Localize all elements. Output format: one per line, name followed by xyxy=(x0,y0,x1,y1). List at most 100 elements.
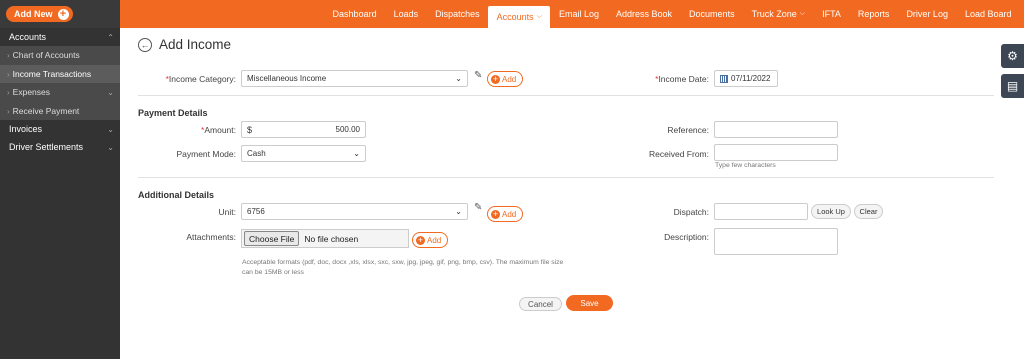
cancel-button[interactable]: Cancel xyxy=(519,297,562,311)
payment-details-heading: Payment Details xyxy=(138,108,208,118)
edit-icon[interactable]: ✎ xyxy=(474,70,482,81)
dispatch-input[interactable] xyxy=(714,203,808,220)
nav-accounts[interactable]: Accounts ⌵ xyxy=(488,6,551,28)
add-label: Add xyxy=(427,235,442,245)
sidebar-item-income-transactions[interactable]: › Income Transactions xyxy=(0,64,120,83)
page-title: Add Income xyxy=(159,37,232,52)
additional-details-heading: Additional Details xyxy=(138,190,215,200)
sidebar-item-expenses[interactable]: › Expenses ⌄ xyxy=(0,83,120,102)
income-date-label-text: Income Date: xyxy=(658,74,709,84)
income-date-value: 07/11/2022 xyxy=(731,74,771,83)
amount-label-text: Amount: xyxy=(204,125,236,135)
chevron-down-icon: ⌵ xyxy=(536,13,542,20)
nav-load-board[interactable]: Load Board xyxy=(956,0,1020,28)
attachments-hint: Acceptable formats (pdf, doc, docx ,xls,… xyxy=(242,259,564,276)
nav-label: Reports xyxy=(857,9,890,19)
sidebar-item-receive-payment[interactable]: › Receive Payment xyxy=(0,101,120,120)
add-label: Add xyxy=(502,209,517,219)
chevron-down-icon: ⌵ xyxy=(799,10,806,17)
nav-email-log[interactable]: Email Log xyxy=(550,0,607,28)
chevron-right-icon: › xyxy=(7,106,10,116)
top-nav: Dashboard Loads Dispatches Accounts ⌵ Ema… xyxy=(120,0,1024,28)
nav-driver-log[interactable]: Driver Log xyxy=(898,0,957,28)
nav-label: Email Log xyxy=(558,9,600,19)
nav-label: Load Board xyxy=(964,9,1012,19)
nav-label: Dashboard xyxy=(332,9,377,19)
edit-icon[interactable]: ✎ xyxy=(474,202,482,213)
description-textarea[interactable] xyxy=(714,228,838,255)
payment-mode-label: Payment Mode: xyxy=(176,149,236,159)
file-upload-input[interactable]: Choose File No file chosen xyxy=(241,229,409,248)
sidebar-section-label: Invoices xyxy=(9,124,43,134)
back-arrow-icon[interactable]: ← xyxy=(138,37,152,52)
sidebar-item-label: Receive Payment xyxy=(12,105,80,116)
plus-icon: + xyxy=(57,8,69,20)
plus-icon: + xyxy=(491,73,500,84)
nav-label: IFTA xyxy=(822,9,841,19)
received-from-input[interactable] xyxy=(714,144,838,161)
main-content: ← Add Income *Income Category: Miscellan… xyxy=(120,28,1000,359)
amount-value: 500.00 xyxy=(335,125,360,134)
nav-label: Dispatches xyxy=(435,9,480,19)
add-unit-button[interactable]: + Add xyxy=(487,206,524,222)
unit-label: Unit: xyxy=(218,207,236,217)
unit-value: 6756 xyxy=(247,207,265,216)
add-new-button[interactable]: Add New + xyxy=(6,6,73,22)
nav-truck-zone[interactable]: Truck Zone ⌵ xyxy=(743,0,814,28)
clear-button[interactable]: Clear xyxy=(854,204,883,219)
gear-icon[interactable]: ⚙ xyxy=(1001,44,1024,68)
amount-label: *Amount: xyxy=(120,125,236,135)
payment-mode-value: Cash xyxy=(247,149,266,158)
payment-mode-select[interactable]: Cash ⌄ xyxy=(241,145,366,162)
income-category-select[interactable]: Miscellaneous Income ⌄ xyxy=(241,70,468,87)
chevron-down-icon: ⌄ xyxy=(455,74,462,83)
income-category-label-text: Income Category: xyxy=(168,74,236,84)
amount-input[interactable]: $ 500.00 xyxy=(241,121,366,138)
sidebar-section-invoices[interactable]: Invoices ⌄ xyxy=(0,120,120,138)
received-from-label: Received From: xyxy=(649,149,709,159)
sidebar-header: Add New + xyxy=(0,0,120,28)
plus-icon: + xyxy=(416,234,425,245)
add-attachment-button[interactable]: + Add xyxy=(412,232,449,248)
divider xyxy=(138,95,994,96)
no-file-text: No file chosen xyxy=(304,233,359,244)
nav-label: Loads xyxy=(393,9,419,19)
sidebar-item-label: Chart of Accounts xyxy=(12,50,80,61)
nav-dashboard[interactable]: Dashboard xyxy=(324,0,385,28)
nav-address-book[interactable]: Address Book xyxy=(608,0,681,28)
nav-dispatches[interactable]: Dispatches xyxy=(427,0,489,28)
save-button[interactable]: Save xyxy=(566,295,613,311)
unit-select[interactable]: 6756 ⌄ xyxy=(241,203,468,220)
choose-file-button[interactable]: Choose File xyxy=(244,231,300,246)
sidebar-section-accounts[interactable]: Accounts ⌃ xyxy=(0,28,120,46)
nav-label: Address Book xyxy=(616,9,673,19)
nav-label: Documents xyxy=(689,9,735,19)
chevron-down-icon: ⌄ xyxy=(353,149,360,158)
divider xyxy=(138,177,994,178)
chevron-down-icon: ⌄ xyxy=(107,142,114,152)
sidebar-section-driver-settlements[interactable]: Driver Settlements ⌄ xyxy=(0,138,120,156)
nav-ifta[interactable]: IFTA xyxy=(814,0,850,28)
calendar-icon xyxy=(720,74,728,83)
nav-reports[interactable]: Reports xyxy=(849,0,898,28)
nav-loads[interactable]: Loads xyxy=(385,0,427,28)
chevron-right-icon: › xyxy=(7,88,10,98)
chevron-down-icon: ⌄ xyxy=(107,87,114,97)
chevron-right-icon: › xyxy=(7,69,10,79)
chevron-down-icon: ⌄ xyxy=(455,207,462,216)
nav-documents[interactable]: Documents xyxy=(681,0,744,28)
received-from-hint: Type few characters xyxy=(715,162,776,169)
look-up-button[interactable]: Look Up xyxy=(811,204,851,219)
nav-label: Accounts xyxy=(496,12,534,22)
attachments-label: Attachments: xyxy=(186,232,236,242)
notes-icon[interactable]: ▤ xyxy=(1001,74,1024,98)
sidebar-item-chart-of-accounts[interactable]: › Chart of Accounts xyxy=(0,46,120,65)
description-label: Description: xyxy=(664,232,709,242)
income-date-input[interactable]: 07/11/2022 xyxy=(714,70,778,87)
reference-input[interactable] xyxy=(714,121,838,138)
add-income-category-button[interactable]: + Add xyxy=(487,71,524,87)
page-header: ← Add Income xyxy=(138,37,231,52)
sidebar-section-label: Driver Settlements xyxy=(9,142,84,152)
sidebar-item-label: Income Transactions xyxy=(12,68,92,79)
chevron-up-icon: ⌃ xyxy=(107,32,114,42)
